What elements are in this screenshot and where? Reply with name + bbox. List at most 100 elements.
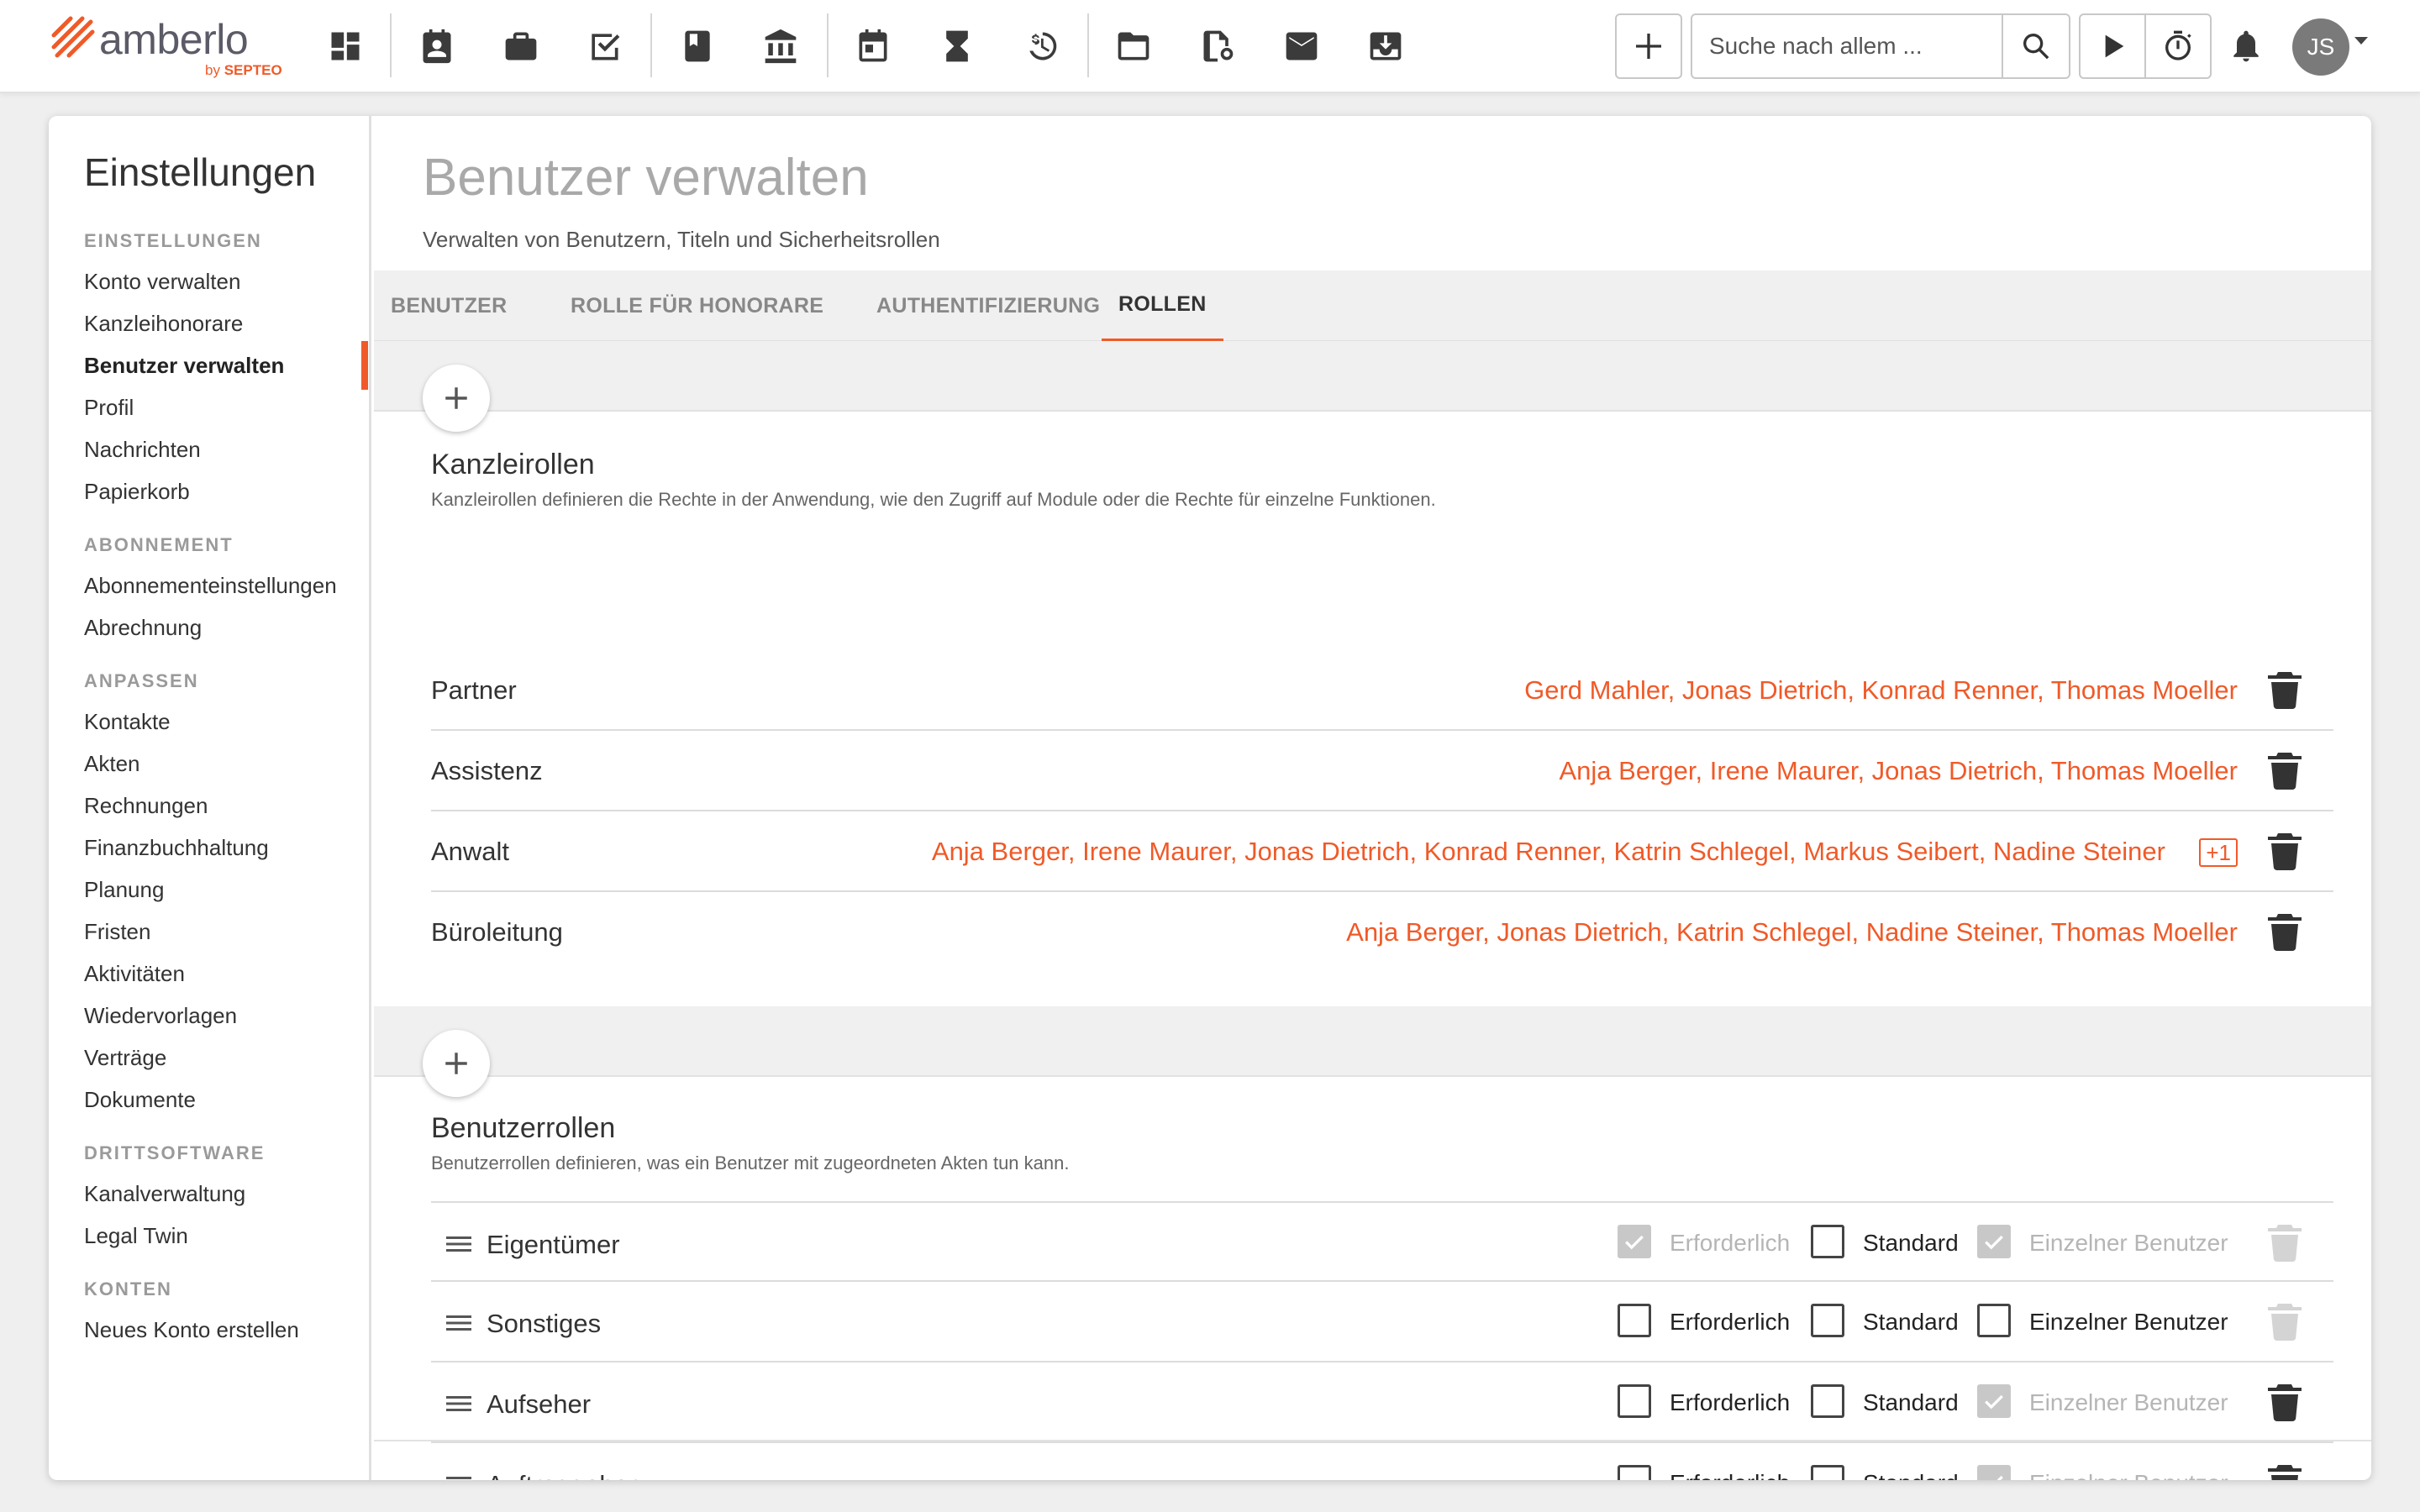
sidebar-item-vertraege[interactable]: Verträge [84,1045,166,1071]
role-name[interactable]: Partner [431,675,517,706]
sidebar-item-konto-verwalten[interactable]: Konto verwalten [84,269,240,295]
contacts-icon[interactable] [409,18,465,74]
role-members[interactable]: Anja Berger, Irene Maurer, Jonas Dietric… [1559,756,2238,786]
kanzleirolle-row[interactable]: Partner Gerd Mahler, Jonas Dietrich, Kon… [431,650,2333,731]
start-timer-button[interactable] [2079,13,2146,79]
app-logo[interactable]: amberlo by SEPTEO [49,12,301,79]
sidebar-item-fristen[interactable]: Fristen [84,919,150,945]
sidebar-item-dokumente[interactable]: Dokumente [84,1087,196,1113]
chevron-down-icon[interactable] [2354,37,2368,45]
role-name[interactable]: Aufseher [487,1389,591,1420]
trash-icon[interactable] [2268,753,2302,790]
sidebar-item-planung[interactable]: Planung [84,877,164,903]
sidebar-item-abonnementeinstellungen[interactable]: Abonnementeinstellungen [84,573,337,599]
mail-icon[interactable] [1274,18,1329,74]
tab-authentifizierung[interactable]: AUTHENTIFIZIERUNG [860,270,1117,342]
drag-handle-icon[interactable] [446,1314,471,1332]
tab-benutzer[interactable]: BENUTZER [374,270,524,342]
single-user-checkbox [1977,1465,2011,1480]
sidebar-item-neues-konto-erstellen[interactable]: Neues Konto erstellen [84,1317,299,1343]
role-members[interactable]: Anja Berger, Jonas Dietrich, Katrin Schl… [1346,917,2238,948]
role-name[interactable]: Assistenz [431,756,543,786]
tab-rolle-fuer-honorare[interactable]: ROLLE FÜR HONORARE [554,270,840,342]
tab-rollen[interactable]: ROLLEN [1102,270,1223,342]
single-user-label: Einzelner Benutzer [2029,1389,2228,1415]
sidebar-item-abrechnung[interactable]: Abrechnung [84,615,202,641]
kanzleirolle-row[interactable]: Büroleitung Anja Berger, Jonas Dietrich,… [431,892,2333,973]
role-members[interactable]: Anja Berger, Irene Maurer, Jonas Dietric… [932,837,2165,867]
role-name[interactable]: Büroleitung [431,917,563,948]
trash-icon[interactable] [2268,1465,2302,1480]
benutzerrolle-row[interactable]: Auftraggeber Erforderlich Standard Einzelne… [431,1443,2333,1480]
folder-icon[interactable] [1106,18,1161,74]
kanzleirollen-title: Kanzleirollen [431,449,595,480]
sidebar-item-papierkorb[interactable]: Papierkorb [84,479,190,505]
avatar[interactable]: JS [2292,18,2349,76]
hourglass-icon[interactable] [929,18,985,74]
logo-brand: SEPTEO [224,62,282,78]
trash-icon[interactable] [2268,914,2302,951]
search-button[interactable] [2002,13,2070,79]
search-field[interactable] [1691,13,2003,79]
sidebar-item-nachrichten[interactable]: Nachrichten [84,437,201,463]
sidebar-item-profil[interactable]: Profil [84,395,134,421]
standard-checkbox[interactable] [1811,1225,1844,1258]
sidebar-item-kanzleihonorare[interactable]: Kanzleihonorare [84,311,243,337]
benutzerrolle-row[interactable]: Sonstiges Erforderlich Standard Einzelner B… [431,1282,2333,1362]
role-name[interactable]: Anwalt [431,837,509,867]
single-user-checkbox[interactable] [1977,1304,2011,1337]
required-checkbox[interactable] [1618,1465,1651,1480]
dashboard-icon[interactable] [318,18,373,74]
sidebar-item-wiedervorlagen[interactable]: Wiedervorlagen [84,1003,237,1029]
sidebar-item-kontakte[interactable]: Kontakte [84,709,171,735]
more-members-badge[interactable]: +1 [2199,838,2238,867]
add-button[interactable] [1615,13,1682,79]
role-name[interactable]: Sonstiges [487,1309,601,1339]
add-benutzerrolle-button[interactable] [423,1030,490,1097]
benutzerrolle-row[interactable]: Aufseher Erforderlich Standard Einzelner Be… [431,1362,2333,1443]
settings-card: Einstellungen EINSTELLUNGEN Konto verwal… [49,116,2371,1480]
drag-handle-icon[interactable] [446,1394,471,1413]
role-members[interactable]: Gerd Mahler, Jonas Dietrich, Konrad Renn… [1524,675,2238,706]
standard-checkbox[interactable] [1811,1304,1844,1337]
required-label: Erforderlich [1670,1230,1791,1256]
sidebar-item-finanzbuchhaltung[interactable]: Finanzbuchhaltung [84,835,269,861]
required-checkbox[interactable] [1618,1304,1651,1337]
drag-handle-icon[interactable] [446,1235,471,1253]
sidebar-item-kanalverwaltung[interactable]: Kanalverwaltung [84,1181,245,1207]
calendar-icon[interactable] [845,18,901,74]
briefcase-icon[interactable] [493,18,549,74]
sidebar-section-abonnement: ABONNEMENT [84,534,234,555]
sidebar-item-rechnungen[interactable]: Rechnungen [84,793,208,819]
logo-mark-icon [51,16,95,58]
standard-checkbox[interactable] [1811,1384,1844,1418]
benutzerrolle-row[interactable]: Eigentümer Erforderlich Standard Einzelner … [431,1201,2333,1282]
role-name[interactable]: Eigentümer [487,1230,620,1260]
document-badge-icon[interactable] [1190,18,1245,74]
standard-label: Standard [1863,1309,1959,1335]
time-money-icon[interactable] [1013,18,1069,74]
bell-icon[interactable] [2218,18,2274,74]
logo-text: amberlo [99,16,249,63]
stopwatch-button[interactable] [2144,13,2212,79]
book-icon[interactable] [670,18,725,74]
drag-handle-icon[interactable] [446,1475,471,1480]
sidebar-item-legal-twin[interactable]: Legal Twin [84,1223,188,1249]
standard-checkbox[interactable] [1811,1465,1844,1480]
tasks-icon[interactable] [576,18,632,74]
trash-icon[interactable] [2268,672,2302,710]
sidebar-item-benutzer-verwalten[interactable]: Benutzer verwalten [84,353,284,379]
trash-icon[interactable] [2268,833,2302,870]
inbox-download-icon[interactable] [1358,18,1413,74]
kanzleirolle-row[interactable]: Anwalt Anja Berger, Irene Maurer, Jonas … [431,811,2333,892]
trash-icon[interactable] [2268,1384,2302,1421]
search-input[interactable] [1692,15,2002,77]
plus-icon [1636,34,1661,59]
required-checkbox[interactable] [1618,1384,1651,1418]
kanzleirolle-row[interactable]: Assistenz Anja Berger, Irene Maurer, Jon… [431,731,2333,811]
role-name[interactable]: Auftraggeber [487,1470,637,1480]
sidebar-item-akten[interactable]: Akten [84,751,140,777]
sidebar-item-aktivitaeten[interactable]: Aktivitäten [84,961,185,987]
bank-icon[interactable] [753,18,808,74]
add-kanzleirolle-button[interactable] [423,365,490,432]
